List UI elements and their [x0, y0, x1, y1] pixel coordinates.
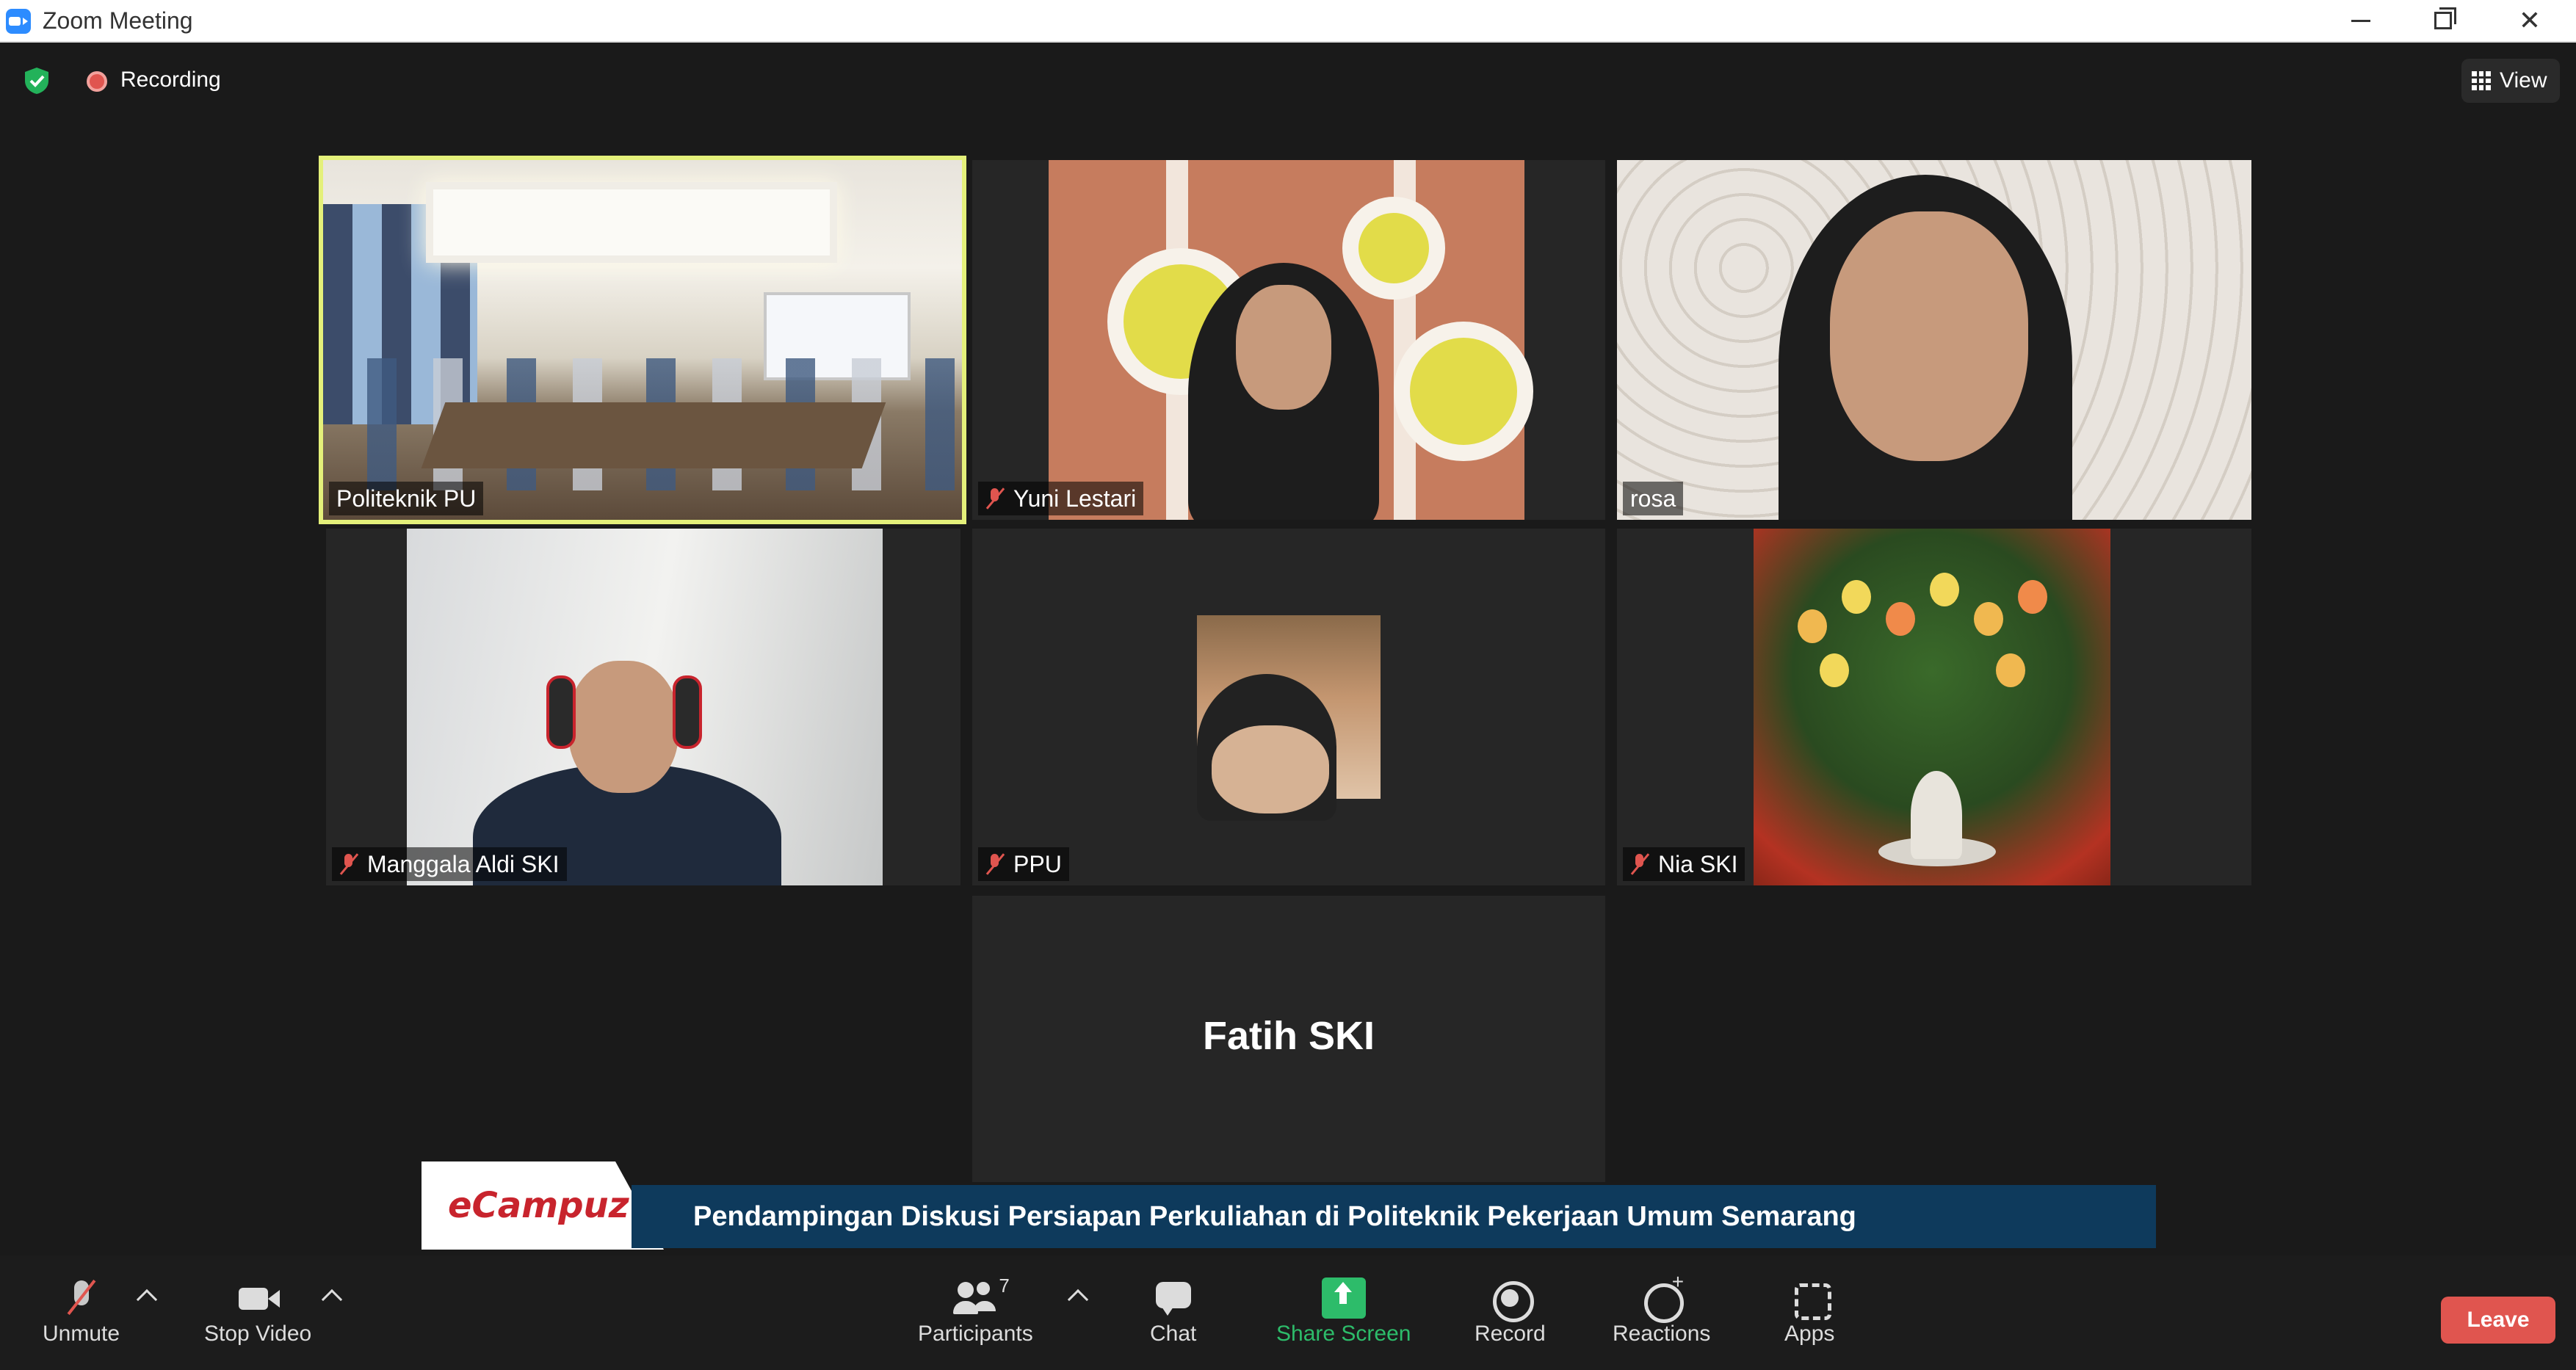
participant-name: Fatih SKI [1202, 1014, 1375, 1058]
participant-name-tag: PPU [978, 847, 1069, 881]
participant-name: Yuni Lestari [1013, 485, 1137, 512]
close-icon: ✕ [2518, 5, 2541, 35]
minimize-button[interactable] [2320, 0, 2401, 41]
participant-tile-manggala-aldi-ski[interactable]: Manggala Aldi SKI [326, 529, 960, 885]
apps-icon [1787, 1277, 1832, 1320]
share-screen-icon [1321, 1277, 1366, 1319]
participants-label: Participants [918, 1322, 1033, 1346]
stop-video-button[interactable]: Stop Video [204, 1277, 311, 1347]
muted-mic-icon [985, 852, 1005, 876]
participants-icon: 7 [953, 1275, 1010, 1319]
reactions-button[interactable]: Reactions [1613, 1270, 1711, 1347]
logo-text: eCampuz [448, 1185, 629, 1226]
ecampuz-logo: eCampuz ® [422, 1161, 664, 1250]
participant-tile-politeknik-pu[interactable]: Politeknik PU [319, 156, 966, 524]
participant-name: rosa [1630, 485, 1676, 512]
window-title-bar: Zoom Meeting ✕ [0, 0, 2576, 43]
stop-video-label: Stop Video [204, 1322, 312, 1346]
muted-mic-icon [1630, 852, 1649, 876]
participants-button[interactable]: 7 Participants [918, 1275, 1033, 1347]
participant-tile-ppu[interactable]: PPU [972, 529, 1605, 885]
participant-name-tag: Manggala Aldi SKI [332, 847, 567, 881]
unmute-label: Unmute [43, 1322, 120, 1346]
caption-text: Pendampingan Diskusi Persiapan Perkuliah… [693, 1201, 1856, 1232]
participant-name-tag: Politeknik PU [329, 482, 484, 515]
record-icon [1488, 1277, 1535, 1322]
leave-button[interactable]: Leave [2441, 1297, 2555, 1344]
view-label: View [2500, 68, 2547, 93]
unmute-button[interactable]: Unmute [43, 1277, 120, 1347]
apps-label: Apps [1784, 1322, 1835, 1346]
record-button[interactable]: Record [1475, 1277, 1546, 1347]
restore-button[interactable] [2403, 0, 2483, 41]
share-screen-label: Share Screen [1276, 1322, 1411, 1346]
zoom-app-icon [6, 9, 31, 34]
share-screen-button[interactable]: Share Screen [1276, 1277, 1411, 1347]
participant-video [1617, 160, 2251, 520]
participant-name-tag: Nia SKI [1623, 847, 1745, 881]
participant-name: Politeknik PU [336, 485, 477, 512]
participant-name-tag: Yuni Lestari [978, 482, 1144, 515]
apps-button[interactable]: Apps [1784, 1277, 1834, 1347]
participant-tile-rosa[interactable]: rosa [1617, 160, 2251, 520]
participant-name: Manggala Aldi SKI [367, 850, 560, 877]
muted-microphone-icon [59, 1277, 104, 1319]
participant-video [1049, 160, 1533, 520]
muted-mic-icon [339, 852, 358, 876]
security-shield-icon[interactable] [22, 66, 51, 95]
minimize-icon [2351, 19, 2370, 22]
participant-video [407, 529, 883, 885]
record-label: Record [1475, 1322, 1546, 1346]
chat-label: Chat [1150, 1322, 1197, 1346]
restore-icon [2434, 7, 2456, 29]
chat-button[interactable]: Chat [1150, 1277, 1196, 1347]
grid-view-icon [2472, 71, 2491, 90]
reactions-label: Reactions [1613, 1322, 1711, 1346]
recording-label: Recording [120, 68, 221, 92]
participant-video [1754, 529, 2110, 885]
video-camera-icon [236, 1277, 281, 1319]
muted-mic-icon [985, 487, 1005, 510]
participant-name: PPU [1013, 850, 1062, 877]
participant-tile-nia-ski[interactable]: Nia SKI [1617, 529, 2251, 885]
close-button[interactable]: ✕ [2489, 0, 2570, 41]
window-title: Zoom Meeting [43, 7, 193, 34]
view-button[interactable]: View [2461, 59, 2560, 103]
participant-tile-yuni-lestari[interactable]: Yuni Lestari [972, 160, 1605, 520]
participant-video [323, 160, 962, 520]
recording-indicator-icon [87, 71, 107, 92]
reactions-icon [1640, 1270, 1684, 1323]
chat-icon [1151, 1277, 1195, 1319]
participant-avatar-image [1197, 615, 1381, 821]
participant-tile-fatih-ski[interactable]: Fatih SKI [972, 896, 1605, 1182]
participant-name-tag: rosa [1623, 482, 1684, 515]
participants-count: 7 [999, 1275, 1010, 1297]
participant-name: Nia SKI [1658, 850, 1738, 877]
